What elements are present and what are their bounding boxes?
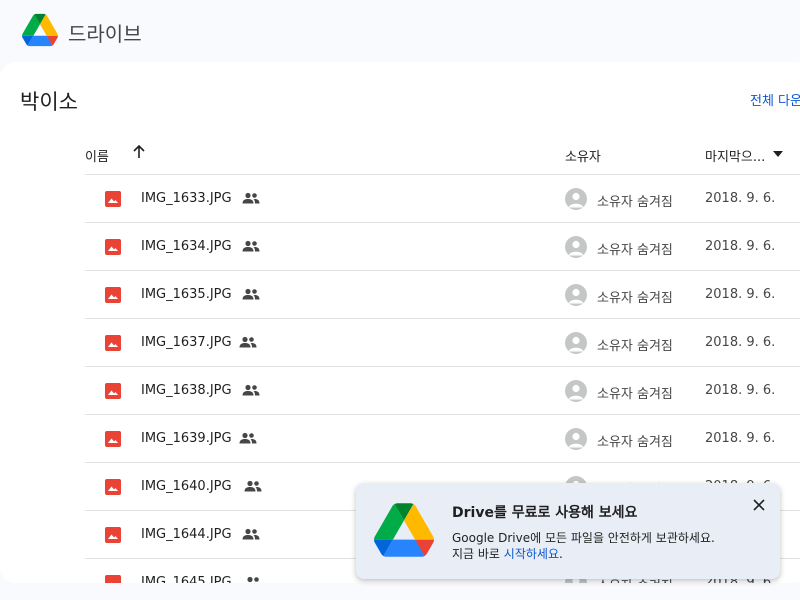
file-row[interactable]: IMG_1635.JPG 소유자 숨겨짐 2018. 9. 6. xyxy=(85,270,800,318)
shared-people-icon xyxy=(242,528,260,540)
image-icon xyxy=(105,383,121,399)
file-row[interactable]: IMG_1633.JPG 소유자 숨겨짐 2018. 9. 6. xyxy=(85,174,800,222)
file-name[interactable]: IMG_1634.JPG xyxy=(141,239,232,254)
owner-text: 소유자 숨겨짐 xyxy=(597,387,673,402)
image-icon xyxy=(105,335,121,351)
column-header-modified[interactable]: 마지막으... xyxy=(705,146,765,165)
modified-date: 2018. 9. 6. xyxy=(705,335,776,350)
file-name[interactable]: IMG_1645.JPG xyxy=(141,575,232,583)
toast-body-prefix: 지금 바로 xyxy=(452,547,504,561)
modified-date: 2018. 9. 6. xyxy=(705,239,776,254)
image-icon xyxy=(105,479,121,495)
image-icon xyxy=(105,239,121,255)
image-icon xyxy=(105,287,121,303)
file-name[interactable]: IMG_1635.JPG xyxy=(141,287,232,302)
owner-text: 소유자 숨겨짐 xyxy=(597,195,673,210)
owner-text: 소유자 숨겨짐 xyxy=(597,291,673,306)
modified-date: 2018. 9. 6. xyxy=(705,383,776,398)
close-icon[interactable] xyxy=(751,497,767,513)
image-icon xyxy=(105,527,121,543)
toast-body-line2: 지금 바로 시작하세요. xyxy=(452,546,752,562)
owner-text: 소유자 숨겨짐 xyxy=(597,435,673,450)
file-row[interactable]: IMG_1637.JPG 소유자 숨겨짐 2018. 9. 6. xyxy=(85,318,800,366)
image-icon xyxy=(105,575,121,583)
owner-avatar-icon xyxy=(565,188,587,210)
arrow-up-icon[interactable] xyxy=(131,144,147,160)
owner-text: 소유자 숨겨짐 xyxy=(597,339,673,354)
file-name[interactable]: IMG_1633.JPG xyxy=(141,191,232,206)
shared-people-icon xyxy=(242,288,260,300)
owner-avatar-icon xyxy=(565,284,587,306)
column-header-owner: 소유자 xyxy=(565,150,601,165)
shared-people-icon xyxy=(242,384,260,396)
file-name[interactable]: IMG_1644.JPG xyxy=(141,527,232,542)
image-icon xyxy=(105,191,121,207)
owner-avatar-icon xyxy=(565,380,587,402)
file-row[interactable]: IMG_1638.JPG 소유자 숨겨짐 2018. 9. 6. xyxy=(85,366,800,414)
owner-avatar-icon xyxy=(565,428,587,450)
modified-date: 2018. 9. 6. xyxy=(705,191,776,206)
file-name[interactable]: IMG_1640.JPG xyxy=(141,479,232,494)
owner-avatar-icon xyxy=(565,236,587,258)
app-name[interactable]: 드라이브 xyxy=(68,18,142,47)
shared-people-icon xyxy=(242,192,260,204)
column-header-name[interactable]: 이름 xyxy=(85,146,109,165)
toast-body-line1: Google Drive에 모든 파일을 안전하게 보관하세요. xyxy=(452,531,715,545)
toast-body-suffix: . xyxy=(559,547,563,561)
toast-body: Google Drive에 모든 파일을 안전하게 보관하세요. 지금 바로 시… xyxy=(452,530,752,562)
shared-people-icon xyxy=(242,240,260,252)
google-drive-logo-icon[interactable] xyxy=(22,13,58,47)
caret-down-icon[interactable] xyxy=(773,151,783,157)
file-name[interactable]: IMG_1639.JPG xyxy=(141,431,232,446)
app-header: 드라이브 xyxy=(0,0,800,62)
toast-title: Drive를 무료로 사용해 보세요 xyxy=(452,505,638,521)
modified-date: 2018. 9. 6. xyxy=(705,431,776,446)
download-all-link[interactable]: 전체 다운로드 xyxy=(750,90,800,109)
file-name[interactable]: IMG_1637.JPG xyxy=(141,335,232,350)
file-row[interactable]: IMG_1634.JPG 소유자 숨겨짐 2018. 9. 6. xyxy=(85,222,800,270)
file-name[interactable]: IMG_1638.JPG xyxy=(141,383,232,398)
shared-people-icon xyxy=(247,576,259,583)
image-icon xyxy=(105,431,121,447)
modified-date: 2018. 9. 6. xyxy=(705,287,776,302)
file-row[interactable]: IMG_1639.JPG 소유자 숨겨짐 2018. 9. 6. xyxy=(85,414,800,462)
shared-people-icon xyxy=(244,480,262,492)
folder-title: 박이소 xyxy=(20,90,78,114)
shared-people-icon xyxy=(239,432,257,444)
google-drive-logo-icon xyxy=(374,503,434,557)
owner-text: 소유자 숨겨짐 xyxy=(597,243,673,258)
shared-people-icon xyxy=(239,336,257,348)
promo-toast: Drive를 무료로 사용해 보세요 Google Drive에 모든 파일을 … xyxy=(356,483,780,579)
owner-avatar-icon xyxy=(565,332,587,354)
get-started-link[interactable]: 시작하세요 xyxy=(504,547,559,561)
